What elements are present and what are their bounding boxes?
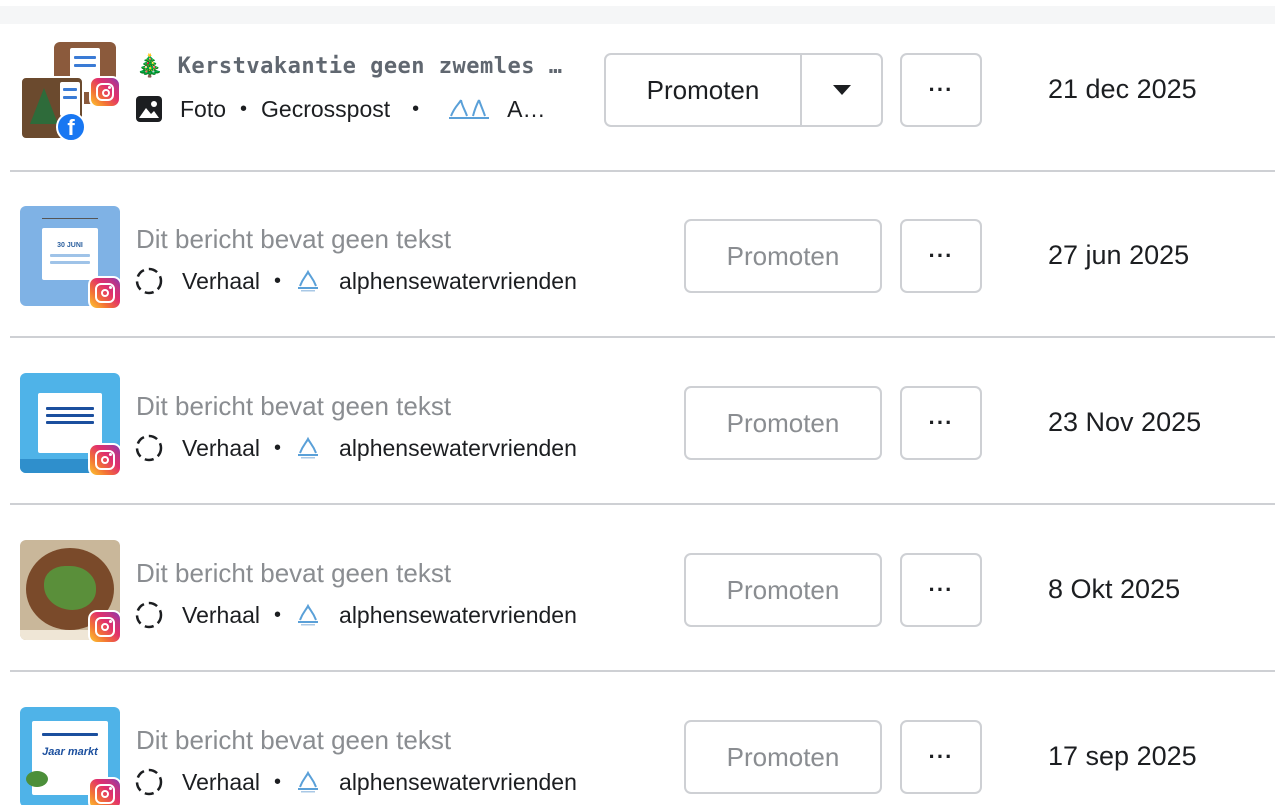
image-icon xyxy=(134,94,164,124)
promote-split-button[interactable]: Promoten xyxy=(604,53,883,127)
story-icon xyxy=(134,600,164,630)
post-row[interactable]: 30 JUNI Dit bericht bevat geen tekst Ver… xyxy=(0,172,1275,338)
account-logo-icon xyxy=(295,769,321,795)
post-title[interactable]: Dit bericht bevat geen tekst xyxy=(136,558,451,589)
account-name[interactable]: alphensewatervrienden xyxy=(339,435,577,462)
post-date: 27 jun 2025 xyxy=(1048,240,1190,270)
crosspost-label: Gecrosspost xyxy=(261,95,391,122)
post-row[interactable]: Jaar markt Dit bericht bevat geen tekst … xyxy=(0,673,1275,805)
post-type-label: Verhaal xyxy=(182,267,261,294)
more-options-button[interactable]: ··· xyxy=(900,553,982,627)
post-title[interactable]: Dit bericht bevat geen tekst xyxy=(136,725,451,756)
post-row[interactable]: Dit bericht bevat geen tekst Verhaal • a… xyxy=(0,506,1275,672)
separator-dot: • xyxy=(274,436,282,459)
instagram-icon xyxy=(88,276,122,310)
row-divider xyxy=(10,503,1275,505)
post-title[interactable]: Dit bericht bevat geen tekst xyxy=(136,391,451,422)
post-type-label: Foto xyxy=(180,95,227,122)
row-divider xyxy=(10,670,1275,672)
post-title[interactable]: Dit bericht bevat geen tekst xyxy=(136,224,451,255)
post-date: 8 Okt 2025 xyxy=(1048,574,1181,604)
post-date: 17 sep 2025 xyxy=(1048,741,1197,771)
account-logo-icon xyxy=(295,602,321,628)
promote-dropdown-button[interactable] xyxy=(802,55,881,125)
promote-button[interactable]: Promoten xyxy=(684,720,882,794)
more-options-button[interactable]: ··· xyxy=(900,53,982,127)
post-meta: Verhaal • alphensewatervrienden xyxy=(134,600,577,630)
post-date: 23 Nov 2025 xyxy=(1048,407,1202,437)
post-type-label: Verhaal xyxy=(182,601,261,628)
account-name[interactable]: alphensewatervrienden xyxy=(339,268,577,295)
caret-down-icon xyxy=(832,85,851,95)
account-name[interactable]: alphensewatervrienden xyxy=(339,769,577,796)
account-logo-icon xyxy=(295,435,321,461)
promote-button[interactable]: Promoten xyxy=(606,55,802,125)
separator-dot: • xyxy=(412,97,420,120)
account-logo-icon xyxy=(295,268,321,294)
instagram-icon xyxy=(89,76,121,108)
instagram-icon xyxy=(88,777,122,805)
post-meta: Verhaal • alphensewatervrienden xyxy=(134,266,577,296)
instagram-icon xyxy=(88,610,122,644)
story-icon xyxy=(134,433,164,463)
account-name[interactable]: A… xyxy=(507,96,545,123)
separator-dot: • xyxy=(240,97,248,120)
facebook-icon: f xyxy=(56,112,86,142)
story-icon xyxy=(134,767,164,797)
promote-button[interactable]: Promoten xyxy=(684,386,882,460)
post-date: 21 dec 2025 xyxy=(1048,74,1197,104)
thumbnail-text: 30 JUNI xyxy=(57,242,83,249)
post-row[interactable]: f 🎄 Kerstvakantie geen zwemles … Foto • … xyxy=(0,6,1275,172)
post-meta: Verhaal • alphensewatervrienden xyxy=(134,433,577,463)
separator-dot: • xyxy=(274,269,282,292)
story-icon xyxy=(134,266,164,296)
post-type-label: Verhaal xyxy=(182,768,261,795)
post-meta: Verhaal • alphensewatervrienden xyxy=(134,767,577,797)
promote-button[interactable]: Promoten xyxy=(684,219,882,293)
account-logo-icon xyxy=(447,96,491,122)
post-type-label: Verhaal xyxy=(182,434,261,461)
thumbnail-text: Jaar markt xyxy=(42,746,98,758)
separator-dot: • xyxy=(274,770,282,793)
post-meta: Foto • Gecrosspost • A… xyxy=(134,94,546,124)
post-row[interactable]: Dit bericht bevat geen tekst Verhaal • a… xyxy=(0,339,1275,505)
more-options-button[interactable]: ··· xyxy=(900,386,982,460)
promote-button[interactable]: Promoten xyxy=(684,553,882,627)
separator-dot: • xyxy=(274,603,282,626)
more-options-button[interactable]: ··· xyxy=(900,720,982,794)
post-title[interactable]: 🎄 Kerstvakantie geen zwemles … xyxy=(136,54,563,79)
more-options-button[interactable]: ··· xyxy=(900,219,982,293)
row-divider xyxy=(10,336,1275,338)
instagram-icon xyxy=(88,443,122,477)
account-name[interactable]: alphensewatervrienden xyxy=(339,602,577,629)
